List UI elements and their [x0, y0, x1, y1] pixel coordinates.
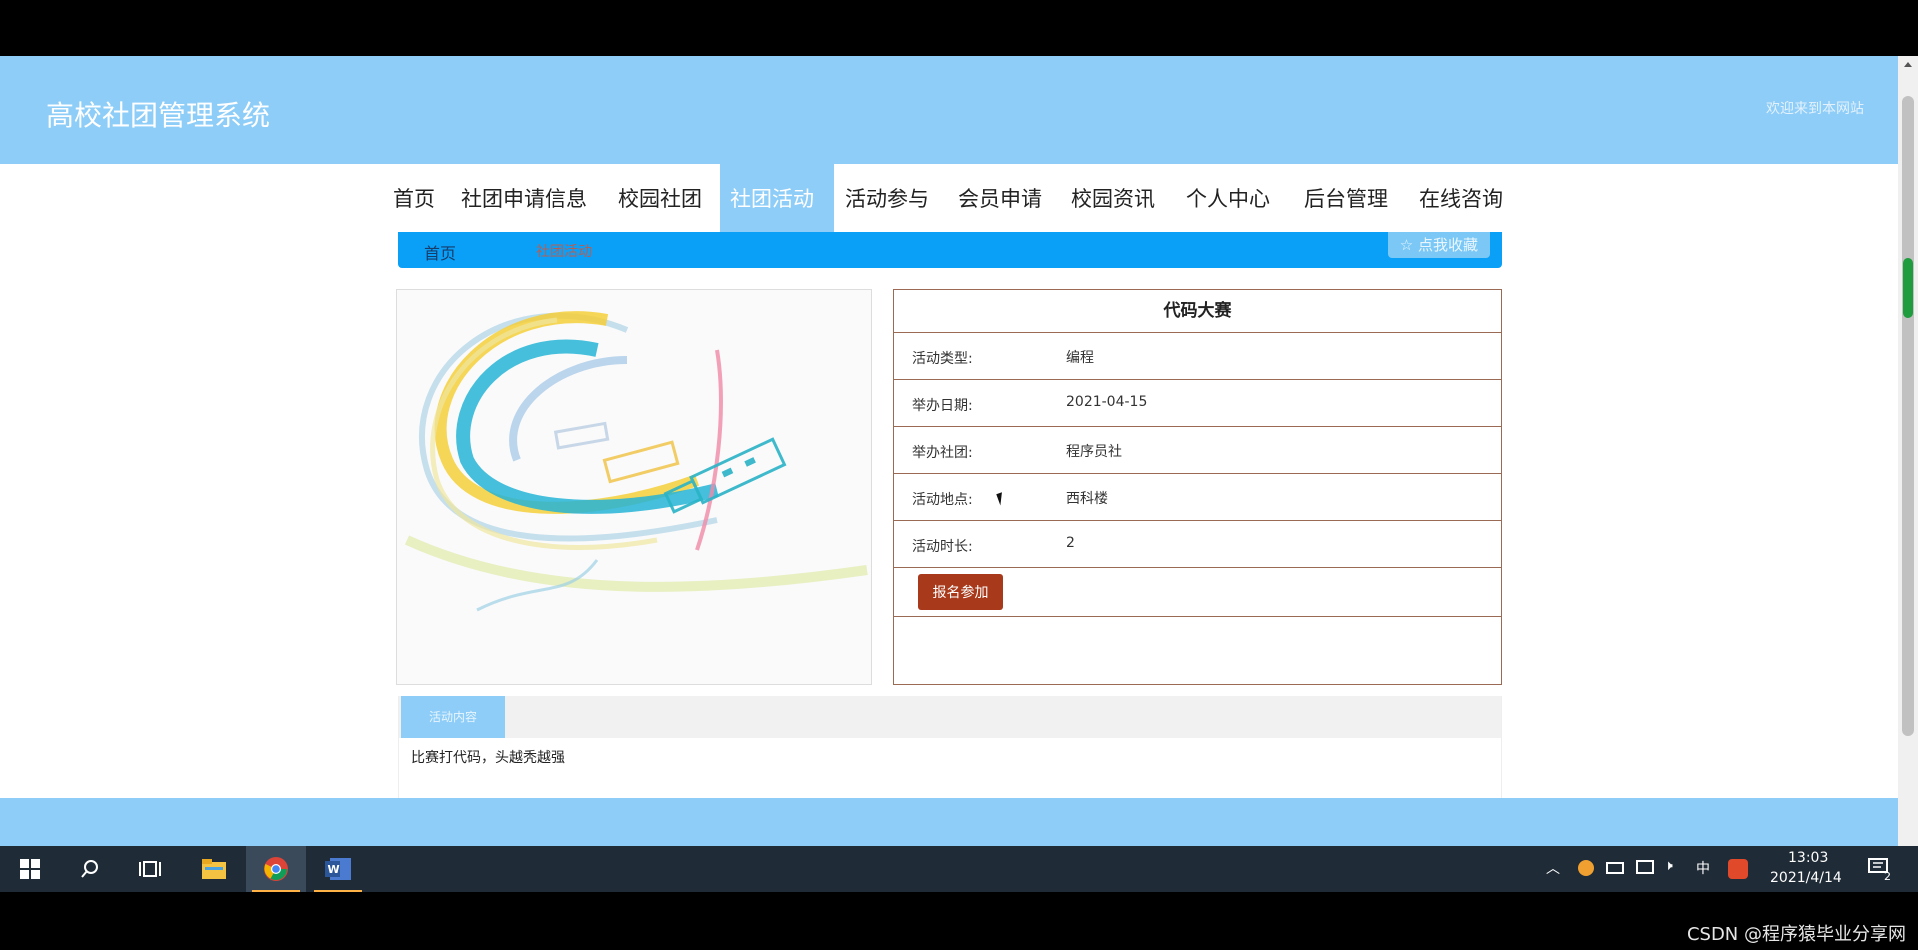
info-row-location: 活动地点: 西科楼 — [894, 473, 1501, 520]
activity-title: 代码大赛 — [1163, 301, 1232, 321]
scroll-indicator — [1903, 258, 1913, 318]
ime-indicator[interactable]: 中 — [1696, 858, 1710, 878]
nav-item-club-applications[interactable]: 社团申请信息 — [451, 164, 597, 234]
screen: 高校社团管理系统 欢迎来到本网站 首页 社团申请信息 校园社团 社团活动 活动参… — [0, 0, 1918, 950]
nav-item-campus-clubs[interactable]: 校园社团 — [608, 164, 712, 234]
info-value: 编程 — [1066, 350, 1094, 366]
nav-item-member-application[interactable]: 会员申请 — [948, 164, 1052, 234]
info-label: 活动类型: — [912, 351, 973, 367]
info-label: 活动时长: — [912, 539, 973, 555]
network-icon[interactable] — [1636, 860, 1654, 874]
info-value: 程序员社 — [1066, 444, 1122, 460]
breadcrumb-home[interactable]: 首页 — [424, 240, 456, 264]
battery-icon[interactable] — [1606, 862, 1624, 874]
favorite-button[interactable]: ☆ 点我收藏 — [1387, 232, 1490, 258]
activity-description: 比赛打代码，头越秃越强 — [411, 750, 565, 766]
main-nav: 首页 社团申请信息 校园社团 社团活动 活动参与 会员申请 校园资讯 个人中心 … — [0, 164, 1898, 234]
info-label: 举办社团: — [912, 445, 973, 461]
info-row-duration: 活动时长: 2 — [894, 520, 1501, 567]
tab-activity-content[interactable]: 活动内容 — [401, 696, 505, 738]
page-scrollbar[interactable] — [1898, 56, 1918, 846]
content-tabs: 活动内容 — [399, 696, 1501, 738]
info-row-type: 活动类型: 编程 — [894, 332, 1501, 379]
start-button[interactable] — [0, 846, 60, 892]
nav-item-home[interactable]: 首页 — [383, 164, 445, 234]
bottom-letterbox — [0, 892, 1918, 950]
word-icon[interactable]: W — [308, 846, 368, 892]
file-explorer-icon[interactable] — [184, 846, 244, 892]
svg-text:W: W — [328, 863, 340, 876]
scroll-thumb[interactable] — [1902, 96, 1914, 736]
site-footer — [0, 798, 1898, 846]
nav-item-admin[interactable]: 后台管理 — [1294, 164, 1398, 234]
info-value: 2021-04-15 — [1066, 394, 1148, 410]
info-value: 西科楼 — [1066, 491, 1108, 507]
breadcrumb: 首页 社团活动 ☆ 点我收藏 — [398, 232, 1502, 268]
nav-item-activity-participation[interactable]: 活动参与 — [835, 164, 939, 234]
search-icon[interactable] — [60, 846, 120, 892]
nav-item-personal-center[interactable]: 个人中心 — [1176, 164, 1280, 234]
activity-image — [396, 289, 872, 685]
info-row-date: 举办日期: 2021-04-15 — [894, 379, 1501, 426]
show-hidden-icons-icon[interactable]: ︿ — [1546, 858, 1560, 878]
welcome-text: 欢迎来到本网站 — [1766, 101, 1864, 117]
tray-app-icon[interactable] — [1578, 860, 1594, 876]
activity-info-panel: 代码大赛 活动类型: 编程 举办日期: 2021-04-15 举办社团: 程序员… — [893, 289, 1502, 685]
site-title: 高校社团管理系统 — [46, 99, 271, 132]
clock-time[interactable]: 13:03 — [1788, 850, 1828, 866]
nav-item-club-activities[interactable]: 社团活动 — [720, 164, 834, 234]
volume-muted-icon[interactable]: 🕨 — [1664, 858, 1673, 874]
usb-cable-illustration — [397, 290, 871, 684]
activity-content-card: 活动内容 比赛打代码，头越秃越强 — [398, 696, 1502, 800]
info-label: 活动地点: — [912, 492, 973, 508]
join-activity-button[interactable]: 报名参加 — [918, 574, 1003, 610]
info-row-club: 举办社团: 程序员社 — [894, 426, 1501, 473]
windows-taskbar: W ︿ 🕨 中 13:03 2021/4/14 2 — [0, 846, 1918, 892]
breadcrumb-current: 社团活动 — [536, 244, 592, 260]
info-value: 2 — [1066, 535, 1075, 551]
nav-item-campus-news[interactable]: 校园资讯 — [1061, 164, 1165, 234]
site-header: 高校社团管理系统 欢迎来到本网站 — [0, 56, 1898, 164]
info-action-row: 报名参加 — [894, 567, 1501, 617]
info-label: 举办日期: — [912, 398, 973, 414]
browser-viewport: 高校社团管理系统 欢迎来到本网站 首页 社团申请信息 校园社团 社团活动 活动参… — [0, 56, 1918, 846]
clock-date[interactable]: 2021/4/14 — [1770, 870, 1842, 886]
sogou-input-icon[interactable] — [1728, 859, 1748, 879]
nav-item-online-consult[interactable]: 在线咨询 — [1409, 164, 1513, 234]
chrome-icon[interactable] — [246, 846, 306, 892]
task-view-icon[interactable] — [120, 846, 180, 892]
notification-count: 2 — [1884, 870, 1891, 883]
csdn-watermark: CSDN @程序猿毕业分享网 — [1686, 924, 1906, 945]
windows-logo-icon — [20, 859, 40, 879]
scroll-up-arrow-icon[interactable] — [1904, 62, 1912, 67]
